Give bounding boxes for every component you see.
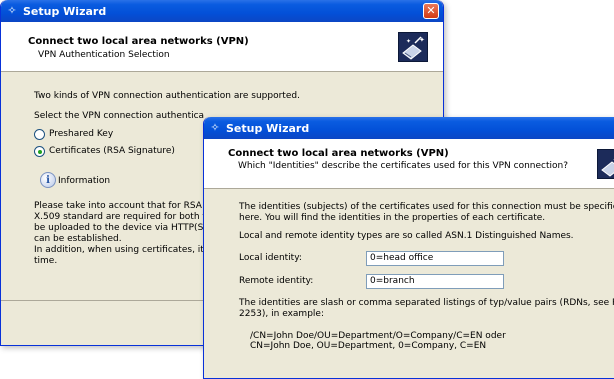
front-header-title: Connect two local area networks (VPN) — [228, 148, 449, 159]
info-line-5: In addition, when using certificates, it… — [34, 245, 210, 255]
info-line-3: be uploaded to the device via HTTP(S — [34, 223, 204, 233]
back-select-prompt: Select the VPN connection authentica — [34, 111, 205, 121]
front-title-bar[interactable]: ✧ Setup Wizard — [204, 117, 614, 139]
radio-certificates-circle[interactable] — [34, 146, 45, 157]
front-para3-line1: The identities are slash or comma separa… — [239, 298, 614, 308]
svg-text:✦: ✦ — [419, 36, 425, 44]
info-line-4: can be established. — [34, 234, 122, 244]
example-line-2: CN=John Doe, OU=Department, 0=Company, C… — [250, 341, 487, 351]
back-header: Connect two local area networks (VPN) VP… — [1, 22, 443, 72]
radio-certificates-label[interactable]: Certificates (RSA Signature) — [49, 146, 175, 157]
back-title-bar[interactable]: ✧ Setup Wizard ✕ — [1, 0, 443, 22]
back-intro-text: Two kinds of VPN connection authenticati… — [34, 91, 300, 101]
wizard-graphic-icon: ✦ ✦ — [398, 32, 428, 62]
radio-preshared-key-label[interactable]: Preshared Key — [49, 129, 113, 140]
remote-identity-field[interactable]: 0=branch — [366, 274, 504, 289]
info-line-2: X.509 standard are required for both th — [34, 212, 212, 222]
info-line-6: time. — [34, 256, 58, 266]
front-para2: Local and remote identity types are so c… — [239, 231, 574, 241]
wizard-graphic-icon: ✦ — [597, 149, 614, 179]
front-window-title: Setup Wizard — [226, 121, 310, 135]
remote-identity-label: Remote identity: — [239, 276, 314, 286]
back-header-title: Connect two local area networks (VPN) — [28, 36, 249, 47]
front-header: Connect two local area networks (VPN) Wh… — [204, 139, 614, 189]
front-header-subtitle: Which "Identities" describe the certific… — [238, 161, 569, 171]
back-header-subtitle: VPN Authentication Selection — [38, 50, 170, 60]
local-identity-field[interactable]: 0=head office — [366, 251, 504, 266]
front-para1-line1: The identities (subjects) of the certifi… — [239, 202, 614, 212]
front-para3-line2: 2253), in example: — [239, 309, 324, 319]
wizard-wand-icon: ✧ — [7, 4, 17, 17]
front-para1-line2: here. You will find the identities in th… — [239, 213, 546, 223]
information-label: Information — [58, 176, 111, 186]
svg-text:✦: ✦ — [406, 38, 411, 45]
info-line-1: Please take into account that for RSA — [34, 201, 202, 211]
wizard-wand-icon: ✧ — [210, 121, 220, 134]
radio-preshared-key-circle[interactable] — [34, 129, 45, 140]
back-window-title: Setup Wizard — [23, 4, 107, 18]
close-button[interactable]: ✕ — [423, 3, 439, 19]
front-wizard-window: ✧ Setup Wizard Connect two local area ne… — [203, 117, 614, 379]
local-identity-label: Local identity: — [239, 253, 302, 263]
information-icon: i — [40, 172, 56, 188]
